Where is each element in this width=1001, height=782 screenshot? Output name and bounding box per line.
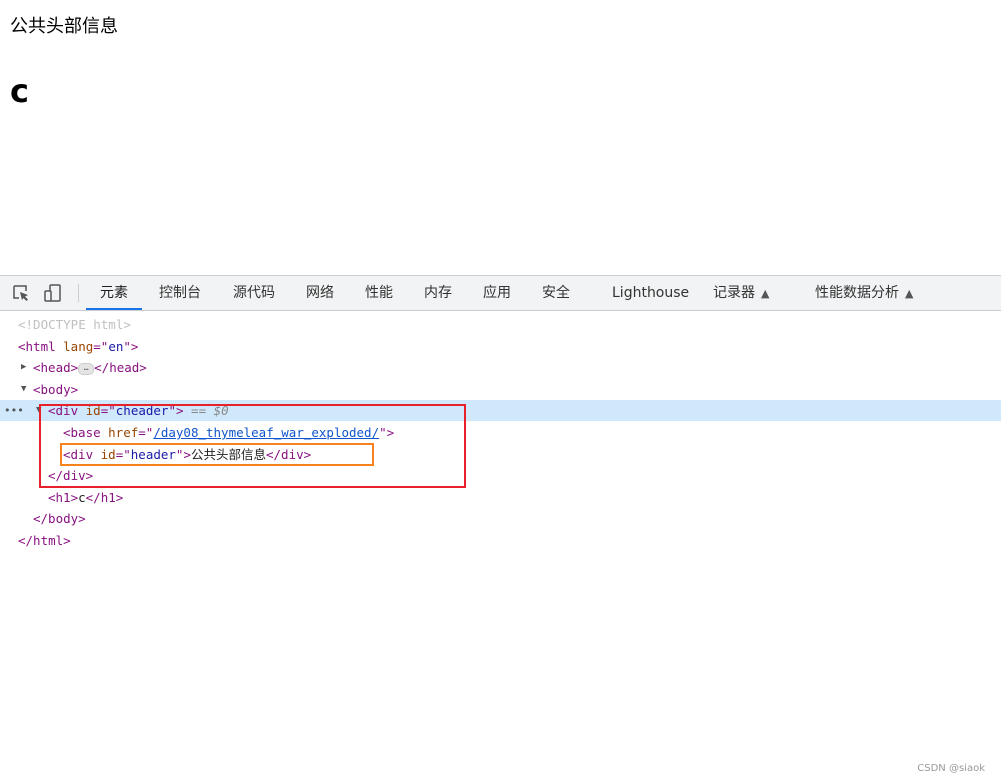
page-heading: c [10,72,29,110]
tab-10[interactable]: 性能数据分析 ▲ [815,276,913,310]
markup-token: <html [18,338,64,354]
dom-node-row[interactable]: </body> [0,508,1001,529]
page-header-text: 公共头部信息 [10,16,118,37]
dom-node-markup: <body> [33,379,78,400]
tab-label: 控制台 [159,285,201,301]
dom-node-markup: </html> [18,530,71,551]
tab-label: 内存 [424,285,452,301]
markup-token: </html> [18,533,71,548]
tab-label: 网络 [306,285,334,301]
markup-token: <!DOCTYPE html> [18,317,131,332]
tab-5[interactable]: 内存 [424,276,452,310]
device-toolbar-icon[interactable] [44,284,62,302]
markup-token: <h1> [48,489,79,505]
ellipsis-icon[interactable]: … [78,362,95,375]
markup-token: en [108,338,124,354]
tab-label: Lighthouse [612,285,690,301]
dom-node-row[interactable]: <h1>c</h1> [0,487,1001,508]
tab-6[interactable]: 应用 [483,276,511,310]
flask-icon: ▲ [761,287,770,300]
markup-token: =" [93,338,109,354]
tab-1[interactable]: 控制台 [159,276,201,310]
watermark: CSDN @siaok [917,763,985,774]
dom-node-markup: <h1>c</h1> [48,487,123,508]
devtools-toolbar: 元素 控制台 源代码 网络 性能 内存 应用 安全 Lighthouse 记录器 ▲ 性能数据分析 ▲ [0,275,1001,311]
tab-0[interactable]: 元素 [86,276,142,310]
markup-token: c [78,489,86,505]
tab-label: 性能数据分析 [815,285,899,301]
expand-triangle-icon[interactable]: ▶ [21,357,26,378]
annotation-box-orange [60,443,374,466]
tab-label: 元素 [100,285,128,301]
dom-node-row[interactable]: ▶ <head>… </head> [0,357,1001,378]
tab-label: 源代码 [233,285,275,301]
dom-node-row[interactable]: ▼ <body> [0,379,1001,400]
tab-9[interactable]: 记录器 ▲ [713,276,769,310]
tab-7[interactable]: 安全 [542,276,570,310]
dom-node-row[interactable]: <!DOCTYPE html> [0,314,1001,335]
tab-2[interactable]: 源代码 [233,276,275,310]
markup-token: <head> [33,360,79,376]
markup-token: <body> [33,381,79,397]
dom-node-row[interactable]: </html> [0,530,1001,551]
tab-3[interactable]: 网络 [306,276,334,310]
tab-label: 安全 [542,285,570,301]
dom-node-markup: <html lang="en"> [18,336,138,357]
inspect-element-icon[interactable] [12,284,30,302]
collapse-triangle-icon[interactable]: ▼ [21,379,26,400]
markup-token: </head> [94,360,147,376]
markup-token: </h1> [85,489,124,505]
dom-node-markup: </body> [33,508,86,529]
dom-node-markup: <head>… </head> [33,357,147,378]
flask-icon: ▲ [905,287,914,300]
node-menu-icon[interactable]: ••• [4,400,24,421]
toolbar-divider [78,284,79,302]
tab-8[interactable]: Lighthouse [612,276,689,310]
markup-token: lang [63,338,94,354]
markup-token: "> [123,338,139,354]
devtools-panel: 元素 控制台 源代码 网络 性能 内存 应用 安全 Lighthouse 记录器 ▲ 性能数据分析 ▲ … [0,275,1001,782]
dom-node-row[interactable]: <html lang="en"> [0,336,1001,357]
tab-label: 性能 [365,285,393,301]
tab-4[interactable]: 性能 [365,276,393,310]
tab-label: 记录器 [713,285,755,301]
tab-label: 应用 [483,285,511,301]
markup-token: </body> [33,511,86,527]
dom-node-markup: <!DOCTYPE html> [18,314,131,335]
